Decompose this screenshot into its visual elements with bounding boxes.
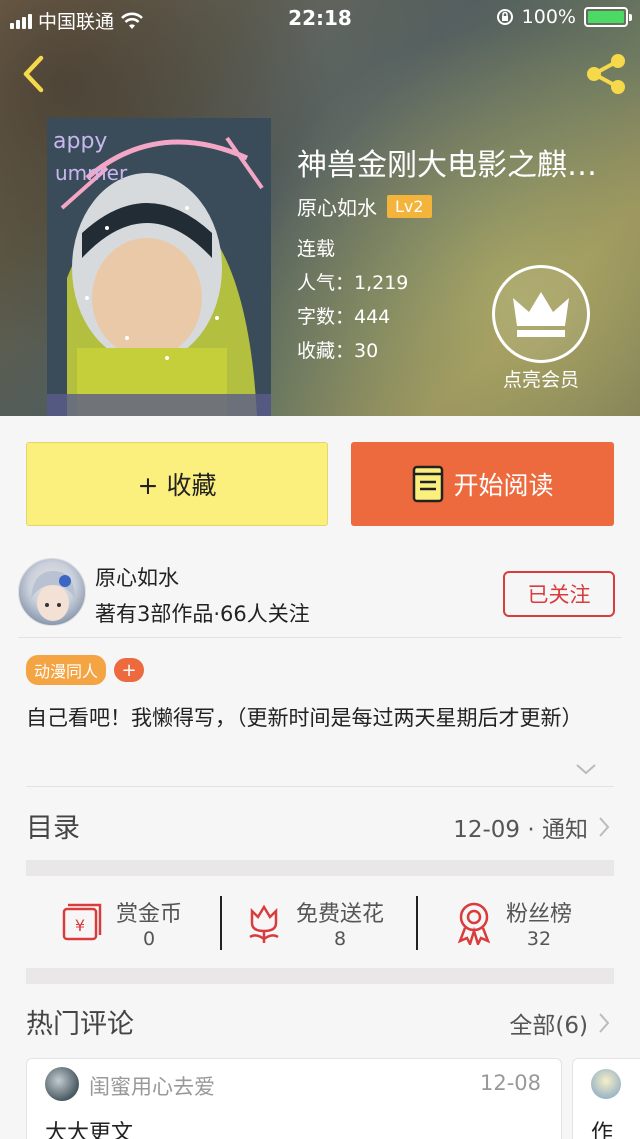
- book-popularity: 人气：1,219: [297, 272, 409, 294]
- add-tag-button[interactable]: +: [114, 658, 145, 682]
- book-status: 连载: [297, 238, 336, 260]
- catalog-title: 目录: [26, 813, 80, 844]
- flower-icon: [249, 904, 279, 943]
- status-bar: 中国联通 22:18 100%: [0, 0, 640, 36]
- book-intro: 自己看吧！我懒得写，（更新时间是每过两天星期后才更新）: [26, 706, 583, 730]
- commenter-name[interactable]: 闺蜜用心去爱: [89, 1071, 215, 1101]
- comment-card[interactable]: 闺蜜用心去爱 12-08 大大更文: [26, 1058, 562, 1139]
- book-title: 神兽金刚大电影之麒…: [297, 148, 597, 183]
- chevron-right-icon: [599, 1013, 610, 1033]
- orientation-lock-icon: [496, 9, 513, 25]
- all-comments-button[interactable]: 全部(6): [509, 1006, 610, 1040]
- all-comments-label: 全部(6): [509, 1013, 588, 1039]
- red-envelope-icon: ¥: [62, 903, 102, 941]
- hot-comments-title: 热门评论: [26, 1009, 134, 1040]
- back-button[interactable]: [14, 50, 54, 98]
- share-icon: [587, 54, 625, 94]
- chevron-right-icon: [599, 817, 610, 837]
- share-button[interactable]: [580, 50, 632, 98]
- author-info: 著有3部作品·66人关注: [95, 602, 310, 626]
- reward-coins-label: 赏金币: [116, 902, 183, 927]
- vip-label: 点亮会员: [502, 369, 579, 391]
- fan-ranking-value: 32: [526, 928, 552, 950]
- chevron-down-icon: [576, 764, 596, 775]
- chevron-left-icon: [23, 55, 44, 93]
- catalog-row[interactable]: 目录 12-09 · 通知: [0, 786, 640, 858]
- author-avatar[interactable]: [18, 558, 86, 626]
- svg-text:¥: ¥: [75, 916, 85, 935]
- collect-button[interactable]: + 收藏: [26, 442, 328, 526]
- divider: [220, 896, 222, 950]
- svg-text:appy: appy: [53, 129, 107, 154]
- battery-percent: 100%: [521, 6, 576, 28]
- catalog-latest: 12-09 · 通知: [453, 817, 588, 843]
- section-separator: [26, 860, 614, 876]
- fan-ranking-label: 粉丝榜: [506, 902, 573, 927]
- book-author[interactable]: 原心如水: [297, 192, 377, 221]
- medal-icon: [457, 902, 491, 945]
- vip-button[interactable]: 点亮会员: [492, 265, 590, 392]
- divider: [18, 637, 622, 638]
- level-badge: Lv2: [387, 195, 432, 218]
- comment-date: 12-08: [479, 1071, 541, 1095]
- book-cover[interactable]: appy ummer: [47, 118, 271, 416]
- book-favorites: 收藏：30: [297, 340, 379, 362]
- expand-intro-button[interactable]: [574, 760, 598, 778]
- commenter-avatar[interactable]: [591, 1069, 621, 1099]
- divider: [416, 896, 418, 950]
- send-flower-value: 8: [333, 928, 347, 950]
- reward-coins[interactable]: ¥ 赏金币 0: [60, 890, 182, 956]
- svg-text:ummer: ummer: [55, 161, 128, 185]
- comment-text: 大大更文: [45, 1121, 134, 1139]
- start-reading-label: 开始阅读: [453, 471, 554, 500]
- comment-text: 作: [591, 1121, 614, 1139]
- battery-icon: [584, 7, 632, 27]
- author-name[interactable]: 原心如水: [95, 562, 179, 592]
- crown-icon: [513, 292, 569, 337]
- interaction-stats: ¥ 赏金币 0 免费送花 8 粉丝榜 32: [26, 876, 614, 968]
- start-reading-button[interactable]: 开始阅读: [351, 442, 614, 526]
- reward-coins-value: 0: [142, 928, 156, 950]
- genre-tag[interactable]: 动漫同人: [26, 655, 107, 685]
- send-flower[interactable]: 免费送花 8: [244, 890, 384, 956]
- collect-label: + 收藏: [137, 471, 217, 500]
- battery-level: [588, 11, 624, 23]
- book-word-count: 字数：444: [297, 306, 391, 328]
- section-separator: [26, 968, 614, 984]
- commenter-avatar[interactable]: [45, 1067, 79, 1101]
- follow-label: 已关注: [527, 583, 591, 607]
- book-icon: [413, 465, 444, 503]
- send-flower-label: 免费送花: [296, 902, 385, 927]
- fan-ranking[interactable]: 粉丝榜 32: [454, 890, 572, 956]
- comment-card[interactable]: 作: [572, 1058, 640, 1139]
- follow-button[interactable]: 已关注: [503, 571, 615, 617]
